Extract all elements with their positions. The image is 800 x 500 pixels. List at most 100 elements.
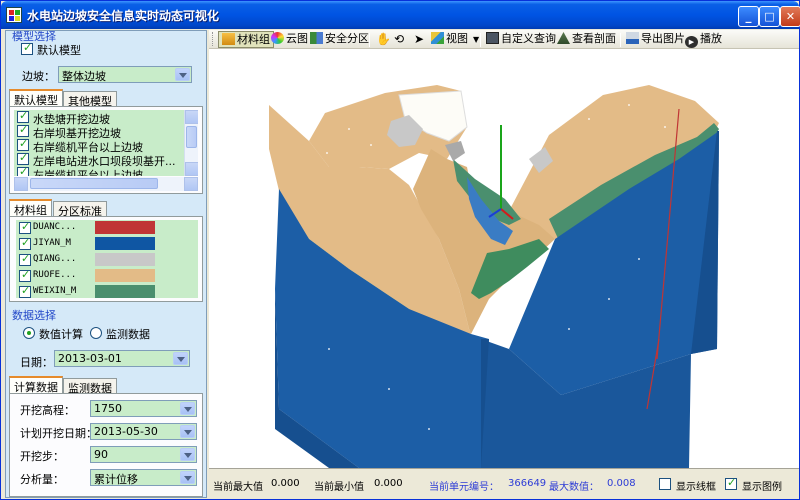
toolbar-grip[interactable]	[212, 32, 215, 46]
custom-query-label: 自定义查询	[501, 32, 556, 45]
tab-zoning-standard[interactable]: 分区标准	[53, 201, 107, 218]
material-checkbox[interactable]	[19, 284, 31, 298]
material-checkbox[interactable]	[19, 252, 31, 266]
planned-date-select[interactable]: 2013-05-30	[90, 423, 197, 440]
close-button[interactable]: ✕	[780, 6, 800, 27]
tab-default-model[interactable]: 默认模型	[9, 89, 63, 107]
material-color-swatch[interactable]	[95, 269, 155, 282]
export-image-button[interactable]: 导出图片	[623, 31, 688, 48]
scroll-down-button[interactable]	[185, 162, 198, 176]
model-item-checkbox[interactable]	[17, 110, 29, 123]
minimize-button[interactable]: _	[738, 6, 759, 27]
excavation-elevation-value: 1750	[94, 402, 122, 415]
select-button[interactable]: ➤	[411, 31, 427, 48]
scroll-thumb[interactable]	[30, 178, 158, 189]
custom-query-button[interactable]: 自定义查询	[483, 31, 559, 48]
model-item-checkbox[interactable]	[17, 137, 29, 151]
model-item-checkbox[interactable]	[17, 151, 29, 165]
excavation-step-select[interactable]: 90	[90, 446, 197, 463]
view-icon	[431, 32, 444, 44]
3d-viewport[interactable]	[209, 49, 799, 468]
chevron-down-icon	[180, 402, 195, 415]
show-legend-checkbox[interactable]	[725, 476, 737, 490]
date-select-value: 2013-03-01	[58, 352, 122, 365]
analysis-quantity-label: 分析量：	[20, 473, 64, 486]
view-section-button[interactable]: 查看剖面	[554, 31, 619, 48]
model-tabs: 默认模型 其他模型	[9, 89, 203, 108]
tab-calc-data[interactable]: 计算数据	[9, 376, 63, 394]
list-item[interactable]: DUANC...	[16, 220, 198, 236]
analysis-quantity-value: 累计位移	[94, 473, 138, 486]
title-bar[interactable]: 水电站边坡安全信息实时动态可视化 _ □ ✕	[1, 1, 800, 29]
scroll-left-button[interactable]	[14, 177, 28, 191]
material-list: DUANC... JIYAN_M QIANG... RUOFE...	[16, 220, 198, 298]
model-list: 水垫塘开挖边坡 右岸坝基开挖边坡 右岸缆机平台以上边坡 左岸电站进水口坝段坝基开…	[14, 110, 198, 176]
status-bar: 当前最大值 0.000 当前最小值 0.000 当前单元编号： 366649 最…	[209, 468, 799, 498]
material-group-button[interactable]: 材料组	[218, 31, 274, 48]
view-button[interactable]: 视图 ▼	[428, 31, 482, 48]
cloud-map-button[interactable]: 云图	[268, 31, 311, 48]
material-color-swatch[interactable]	[95, 285, 155, 298]
monitor-data-label: 监测数据	[106, 328, 150, 341]
tab-material-group[interactable]: 材料组	[9, 199, 52, 217]
default-model-label: 默认模型	[37, 44, 81, 57]
current-min-value: 0.000	[374, 478, 403, 489]
model-list-vscroll[interactable]	[184, 110, 198, 176]
list-item[interactable]: 右岸坝基开挖边坡	[14, 123, 184, 140]
tab-monitor-data[interactable]: 监测数据	[63, 378, 117, 395]
numeric-calc-radio[interactable]	[23, 327, 35, 339]
material-name: DUANC...	[33, 222, 77, 232]
scroll-right-button[interactable]	[184, 177, 198, 191]
slope-3d-model[interactable]	[209, 49, 799, 468]
slope-select-value: 整体边坡	[62, 70, 106, 83]
play-button[interactable]: ▶ 播放	[682, 31, 725, 48]
chevron-down-icon	[173, 352, 188, 365]
rotate-button[interactable]: ⟲	[391, 31, 407, 48]
date-select[interactable]: 2013-03-01	[54, 350, 190, 367]
list-item[interactable]: 左岸电站进水口坝段坝基开...	[14, 151, 184, 168]
planned-date-label: 计划开挖日期：	[20, 427, 97, 440]
material-checkbox[interactable]	[19, 236, 31, 250]
date-label: 日期：	[20, 356, 53, 369]
list-item[interactable]: QIANG...	[16, 252, 198, 268]
maximize-button[interactable]: □	[759, 6, 780, 27]
data-select-title: 数据选择	[12, 309, 56, 322]
material-color-swatch[interactable]	[95, 237, 155, 250]
scroll-up-button[interactable]	[185, 110, 198, 124]
material-checkbox[interactable]	[19, 268, 31, 282]
list-item[interactable]: 水垫塘开挖边坡	[14, 110, 184, 126]
list-item[interactable]: RUOFE...	[16, 268, 198, 284]
slope-select[interactable]: 整体边坡	[58, 66, 192, 83]
model-item-checkbox[interactable]	[17, 165, 29, 176]
show-wireframe-checkbox[interactable]	[659, 478, 671, 490]
list-item[interactable]: 右岸缆机平台以上边坡	[14, 137, 184, 154]
excavation-elevation-select[interactable]: 1750	[90, 400, 197, 417]
tab-other-model[interactable]: 其他模型	[63, 91, 117, 108]
list-item[interactable]: JIYAN_M	[16, 236, 198, 252]
scroll-thumb[interactable]	[186, 126, 197, 148]
list-item[interactable]: WEIXIN_M	[16, 284, 198, 298]
export-image-label: 导出图片	[641, 32, 685, 45]
model-item-checkbox[interactable]	[17, 123, 29, 137]
left-panel: 模型选择 默认模型 边坡： 整体边坡 默认模型 其他模型 水垫塘开挖边坡 右岸坝…	[5, 30, 207, 498]
list-item[interactable]: 左岸缆机平台以上边坡	[14, 165, 184, 176]
current-max-value: 0.000	[271, 478, 300, 489]
view-label: 视图	[446, 32, 468, 45]
material-color-swatch[interactable]	[95, 221, 155, 234]
excavation-step-label: 开挖步：	[20, 450, 64, 463]
slope-label: 边坡：	[22, 70, 55, 83]
monitor-data-radio[interactable]	[90, 327, 102, 339]
material-color-swatch[interactable]	[95, 253, 155, 266]
model-list-hscroll[interactable]	[14, 177, 198, 191]
default-model-checkbox[interactable]	[21, 41, 33, 55]
current-unit-value: 366649	[508, 478, 547, 489]
current-min-label: 当前最小值	[314, 482, 364, 493]
export-image-icon	[626, 32, 639, 44]
material-checkbox[interactable]	[19, 220, 31, 234]
model-tab-panel: 水垫塘开挖边坡 右岸坝基开挖边坡 右岸缆机平台以上边坡 左岸电站进水口坝段坝基开…	[9, 106, 203, 194]
color-wheel-icon	[271, 32, 284, 44]
analysis-quantity-select[interactable]: 累计位移	[90, 469, 197, 486]
safety-zone-button[interactable]: 安全分区	[307, 31, 372, 48]
material-group-label: 材料组	[237, 33, 270, 46]
current-unit-label: 当前单元编号：	[429, 482, 499, 493]
